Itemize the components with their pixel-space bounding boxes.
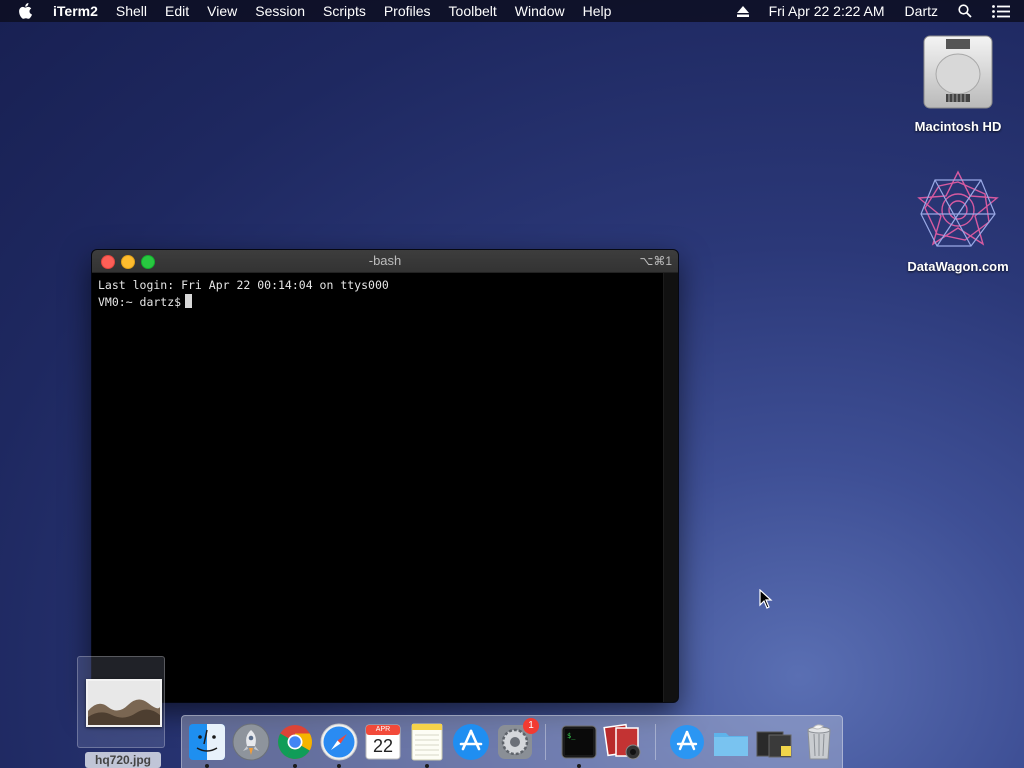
menu-edit[interactable]: Edit (156, 0, 198, 22)
svg-text:$_: $_ (567, 732, 576, 740)
iterm2-terminal-icon: $_ (561, 725, 597, 759)
thumbnail-filename[interactable]: hq720.jpg (85, 752, 161, 768)
mouse-pointer-icon (759, 588, 773, 614)
terminal-scrollbar[interactable] (663, 273, 678, 702)
zoom-window-button[interactable] (141, 255, 155, 269)
running-indicator (337, 764, 341, 768)
terminal-line: Last login: Fri Apr 22 00:14:04 on ttys0… (98, 278, 389, 292)
running-indicator (577, 764, 581, 768)
menu-help[interactable]: Help (574, 0, 621, 22)
minimize-window-button[interactable] (121, 255, 135, 269)
desktop-datawagon[interactable]: DataWagon.com (903, 168, 1013, 274)
notification-badge: 1 (523, 718, 539, 734)
app-store-folder-icon (670, 725, 704, 759)
notes-icon (411, 723, 443, 761)
screenshot-thumbnail[interactable] (77, 656, 165, 748)
dock-app-store[interactable] (451, 722, 491, 762)
terminal-prompt: VM0:~ dartz$ (98, 295, 182, 309)
finder-icon (189, 724, 225, 760)
text-cursor (185, 294, 193, 308)
running-indicator (425, 764, 429, 768)
close-window-button[interactable] (101, 255, 115, 269)
running-indicator (293, 764, 297, 768)
dock-separator (545, 724, 546, 760)
spotlight-search-icon[interactable] (948, 0, 982, 22)
safari-compass-icon (320, 723, 358, 761)
menu-window[interactable]: Window (506, 0, 574, 22)
dock-separator (655, 724, 656, 760)
desktop-macintosh-hd[interactable]: Macintosh HD (903, 32, 1013, 134)
photo-booth-icon (603, 723, 641, 760)
menu-app-name[interactable]: iTerm2 (44, 0, 107, 22)
dock-photo-booth[interactable] (603, 722, 643, 762)
menu-view[interactable]: View (198, 0, 246, 22)
menu-bar: iTerm2 Shell Edit View Session Scripts P… (0, 0, 1024, 22)
notification-center-icon[interactable] (982, 0, 1024, 22)
eject-icon[interactable] (727, 0, 759, 22)
datawagon-logo-icon (917, 170, 999, 247)
dock-trash[interactable] (799, 722, 839, 762)
dock-finder[interactable] (187, 722, 227, 768)
menu-session[interactable]: Session (246, 0, 314, 22)
menu-clock[interactable]: Fri Apr 22 2:22 AM (759, 0, 895, 22)
app-store-icon (453, 724, 489, 760)
dock-notes[interactable] (407, 722, 447, 768)
dock-system-preferences[interactable]: 1 (495, 718, 539, 762)
dock-chrome[interactable] (275, 722, 315, 768)
dock-documents-folder[interactable] (711, 722, 751, 762)
terminal-title-bar[interactable]: -bash ⌥⌘1 (92, 250, 678, 273)
dock-calendar[interactable]: APR 22 (363, 722, 403, 762)
menu-user[interactable]: Dartz (895, 0, 948, 22)
dock: APR 22 1 $_ (181, 715, 843, 768)
desktop-icon-label: Macintosh HD (914, 119, 1002, 134)
thumbnail-image (86, 679, 162, 727)
apple-icon[interactable] (0, 3, 44, 19)
stack-icon (756, 731, 792, 758)
window-shortcut: ⌥⌘1 (639, 254, 672, 268)
menu-shell[interactable]: Shell (107, 0, 156, 22)
terminal-window[interactable]: -bash ⌥⌘1 Last login: Fri Apr 22 00:14:0… (92, 250, 678, 702)
hard-drive-icon (923, 35, 993, 109)
dock-iterm2[interactable]: $_ (559, 722, 599, 768)
dock-launchpad[interactable] (231, 722, 271, 762)
folder-icon (714, 733, 748, 756)
dock-safari[interactable] (319, 722, 359, 768)
terminal-prompt-line: VM0:~ dartz$ (98, 294, 672, 311)
menu-scripts[interactable]: Scripts (314, 0, 375, 22)
launchpad-rocket-icon (232, 723, 270, 761)
terminal-title: -bash (368, 253, 402, 268)
dock-applications-stack[interactable] (667, 722, 707, 762)
running-indicator (205, 764, 209, 768)
chrome-icon (278, 725, 312, 759)
trash-icon (807, 724, 831, 760)
calendar-day: 22 (372, 736, 394, 756)
menu-profiles[interactable]: Profiles (375, 0, 440, 22)
dock-downloads-stack[interactable] (755, 722, 795, 762)
desktop-icon-label: DataWagon.com (907, 259, 1009, 274)
terminal-output[interactable]: Last login: Fri Apr 22 00:14:04 on ttys0… (92, 273, 678, 315)
calendar-month: APR (375, 726, 391, 733)
menu-toolbelt[interactable]: Toolbelt (440, 0, 506, 22)
